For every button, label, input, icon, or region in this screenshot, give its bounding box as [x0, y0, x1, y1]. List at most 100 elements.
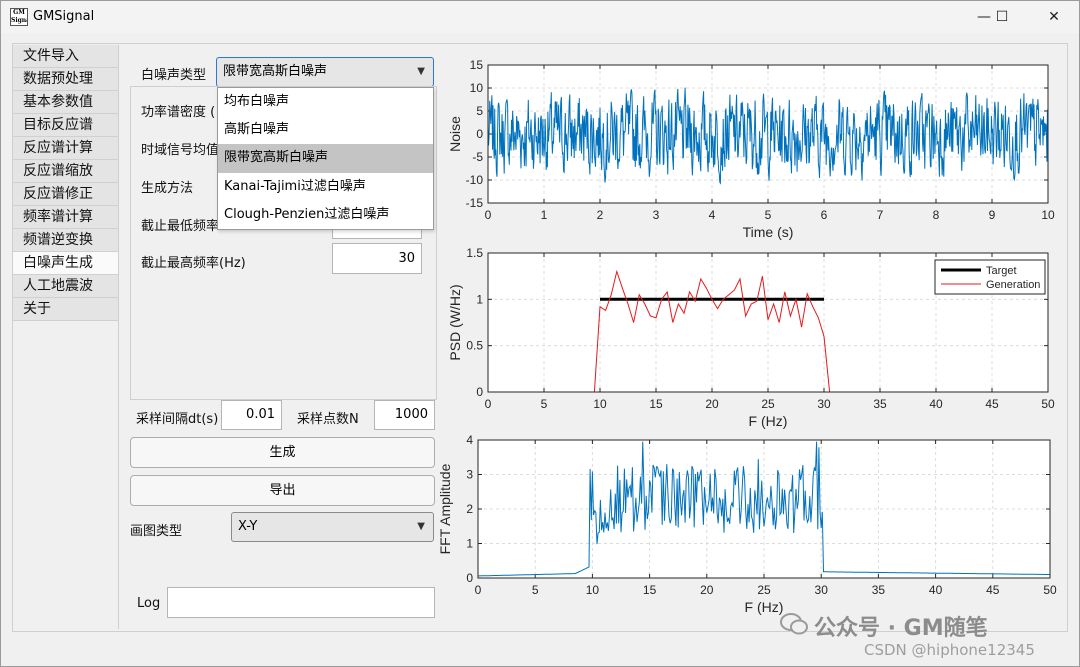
sidebar-item[interactable]: 文件导入 [13, 45, 118, 68]
sidebar-item[interactable]: 数据预处理 [13, 68, 118, 91]
noise-type-value: 限带宽高斯白噪声 [223, 64, 328, 79]
noise-type-dropdown: 均布白噪声 高斯白噪声 限带宽高斯白噪声 Kanai-Tajimi过滤白噪声 Cloug… [217, 87, 434, 230]
sidebar-item[interactable]: 人工地震波 [13, 275, 118, 298]
psd-label: 功率谱密度 ( [141, 105, 216, 120]
app-logo-icon: GM Signal [10, 8, 28, 26]
x-tick-label: 5 [532, 583, 539, 597]
dropdown-option[interactable]: 限带宽高斯白噪声 [218, 144, 433, 173]
x-tick-label: 10 [1041, 208, 1055, 222]
x-tick-label: 0 [485, 208, 492, 222]
y-tick-label: -10 [466, 173, 484, 187]
chevron-down-icon: ▼ [417, 521, 425, 532]
x-tick-label: 3 [653, 208, 660, 222]
plot-type-select[interactable]: X-Y ▼ [231, 512, 434, 542]
dropdown-option[interactable]: Clough-Penzien过滤白噪声 [218, 201, 433, 229]
sidebar-item[interactable]: 白噪声生成 [13, 252, 118, 275]
x-tick-label: 20 [700, 583, 714, 597]
x-tick-label: 9 [989, 208, 996, 222]
sidebar-item[interactable]: 关于 [13, 298, 118, 321]
x-axis-label: F (Hz) [745, 599, 784, 615]
y-tick-label: 0 [476, 385, 483, 399]
x-tick-label: 45 [985, 397, 999, 411]
n-input[interactable]: 1000 [374, 400, 435, 430]
x-axis-label: Time (s) [743, 224, 794, 240]
x-tick-label: 35 [873, 397, 887, 411]
method-label: 生成方法 [141, 181, 194, 196]
x-tick-label: 40 [929, 397, 943, 411]
sidebar-nav: 文件导入 数据预处理 基本参数值 目标反应谱 反应谱计算 反应谱缩放 反应谱修正 频率谱计算频… [13, 45, 118, 321]
fmax-input[interactable]: 30 [332, 243, 422, 274]
x-tick-label: 40 [929, 583, 943, 597]
psd-chart: 0 5 10 15 20 25 30 35 40 45 50 0 0.5 1 1.5 F (Hz) PSD (W… [447, 246, 1055, 429]
noise-type-label: 白噪声类型 [141, 68, 207, 83]
sidebar-item[interactable]: 目标反应谱 [13, 114, 118, 137]
x-tick-label: 20 [705, 397, 719, 411]
y-tick-label: 15 [470, 58, 484, 72]
y-axis-label: Noise [447, 116, 463, 152]
y-tick-label: 0 [466, 571, 473, 585]
x-tick-label: 25 [757, 583, 771, 597]
signal-mean-label: 时域信号均值 [141, 143, 220, 158]
y-tick-label: 5 [476, 104, 483, 118]
y-tick-label: 10 [470, 81, 484, 95]
title-bar: GM Signal GMSignal — ☐ ✕ [1, 1, 1079, 33]
x-tick-label: 45 [986, 583, 1000, 597]
sidebar-divider [118, 45, 119, 629]
maximize-button[interactable]: ☐ [979, 1, 1025, 33]
y-tick-label: 0 [476, 127, 483, 141]
y-tick-label: 1 [466, 537, 473, 551]
dropdown-option[interactable]: 均布白噪声 [218, 88, 433, 116]
log-output [167, 587, 435, 618]
y-tick-label: 1.5 [466, 246, 483, 260]
y-axis-label: FFT Amplitude [437, 463, 453, 554]
sidebar-item[interactable]: 频率谱计算 [13, 206, 118, 229]
generate-button[interactable]: 生成 [130, 437, 435, 468]
chevron-down-icon: ▼ [417, 66, 425, 77]
x-tick-label: 4 [709, 208, 716, 222]
fft-amplitude-chart: 0 5 10 15 20 25 30 35 40 45 50 0 1 2 3 4 F (Hz) FFT Ampli… [437, 433, 1057, 615]
x-tick-label: 8 [933, 208, 940, 222]
legend-label: Target [986, 265, 1017, 277]
fmax-label: 截止最高频率(Hz) [141, 256, 246, 271]
close-button[interactable]: ✕ [1031, 1, 1077, 33]
watermark-text: 公众号 · GM随笔 [814, 616, 988, 641]
x-tick-label: 50 [1043, 583, 1057, 597]
dt-input[interactable]: 0.01 [221, 400, 282, 430]
y-tick-label: 2 [466, 502, 473, 516]
x-tick-label: 1 [541, 208, 548, 222]
plot-type-label: 画图类型 [130, 524, 183, 539]
y-tick-label: 1 [476, 292, 483, 306]
x-tick-label: 15 [643, 583, 657, 597]
x-tick-label: 0 [485, 397, 492, 411]
y-tick-label: -5 [472, 150, 483, 164]
sidebar-item[interactable]: 基本参数值 [13, 91, 118, 114]
x-tick-label: 25 [761, 397, 775, 411]
y-tick-label: -15 [466, 196, 484, 210]
x-tick-label: 5 [765, 208, 772, 222]
x-tick-label: 5 [541, 397, 548, 411]
x-tick-label: 35 [872, 583, 886, 597]
y-tick-label: 0.5 [466, 339, 483, 353]
x-tick-label: 30 [817, 397, 831, 411]
dropdown-option[interactable]: Kanai-Tajimi过滤白噪声 [218, 173, 433, 201]
x-tick-label: 2 [597, 208, 604, 222]
legend-label: Generation [986, 279, 1040, 291]
x-tick-label: 30 [815, 583, 829, 597]
y-tick-label: 4 [466, 433, 473, 447]
sidebar-item[interactable]: 反应谱计算 [13, 137, 118, 160]
y-axis-label: PSD (W/Hz) [447, 284, 463, 360]
sidebar-item[interactable]: 反应谱修正 [13, 183, 118, 206]
watermark-sub: CSDN @hiphone12345 [864, 641, 1035, 659]
noise-type-select[interactable]: 限带宽高斯白噪声 ▼ [216, 57, 434, 87]
plot-type-value: X-Y [238, 519, 258, 534]
x-tick-label: 6 [821, 208, 828, 222]
dt-label: 采样间隔dt(s) [136, 412, 219, 427]
sidebar-item[interactable]: 反应谱缩放 [13, 160, 118, 183]
log-label: Log [137, 596, 161, 611]
sidebar-item[interactable]: 频谱逆变换 [13, 229, 118, 252]
n-label: 采样点数N [297, 412, 359, 427]
wechat-logo-icon [780, 612, 808, 636]
noise-time-chart: 0 1 2 3 4 5 6 7 8 9 10 -15 -10 -5 0 5 10 15 Time (s) Noise [447, 58, 1055, 240]
export-button[interactable]: 导出 [130, 475, 435, 506]
dropdown-option[interactable]: 高斯白噪声 [218, 116, 433, 144]
